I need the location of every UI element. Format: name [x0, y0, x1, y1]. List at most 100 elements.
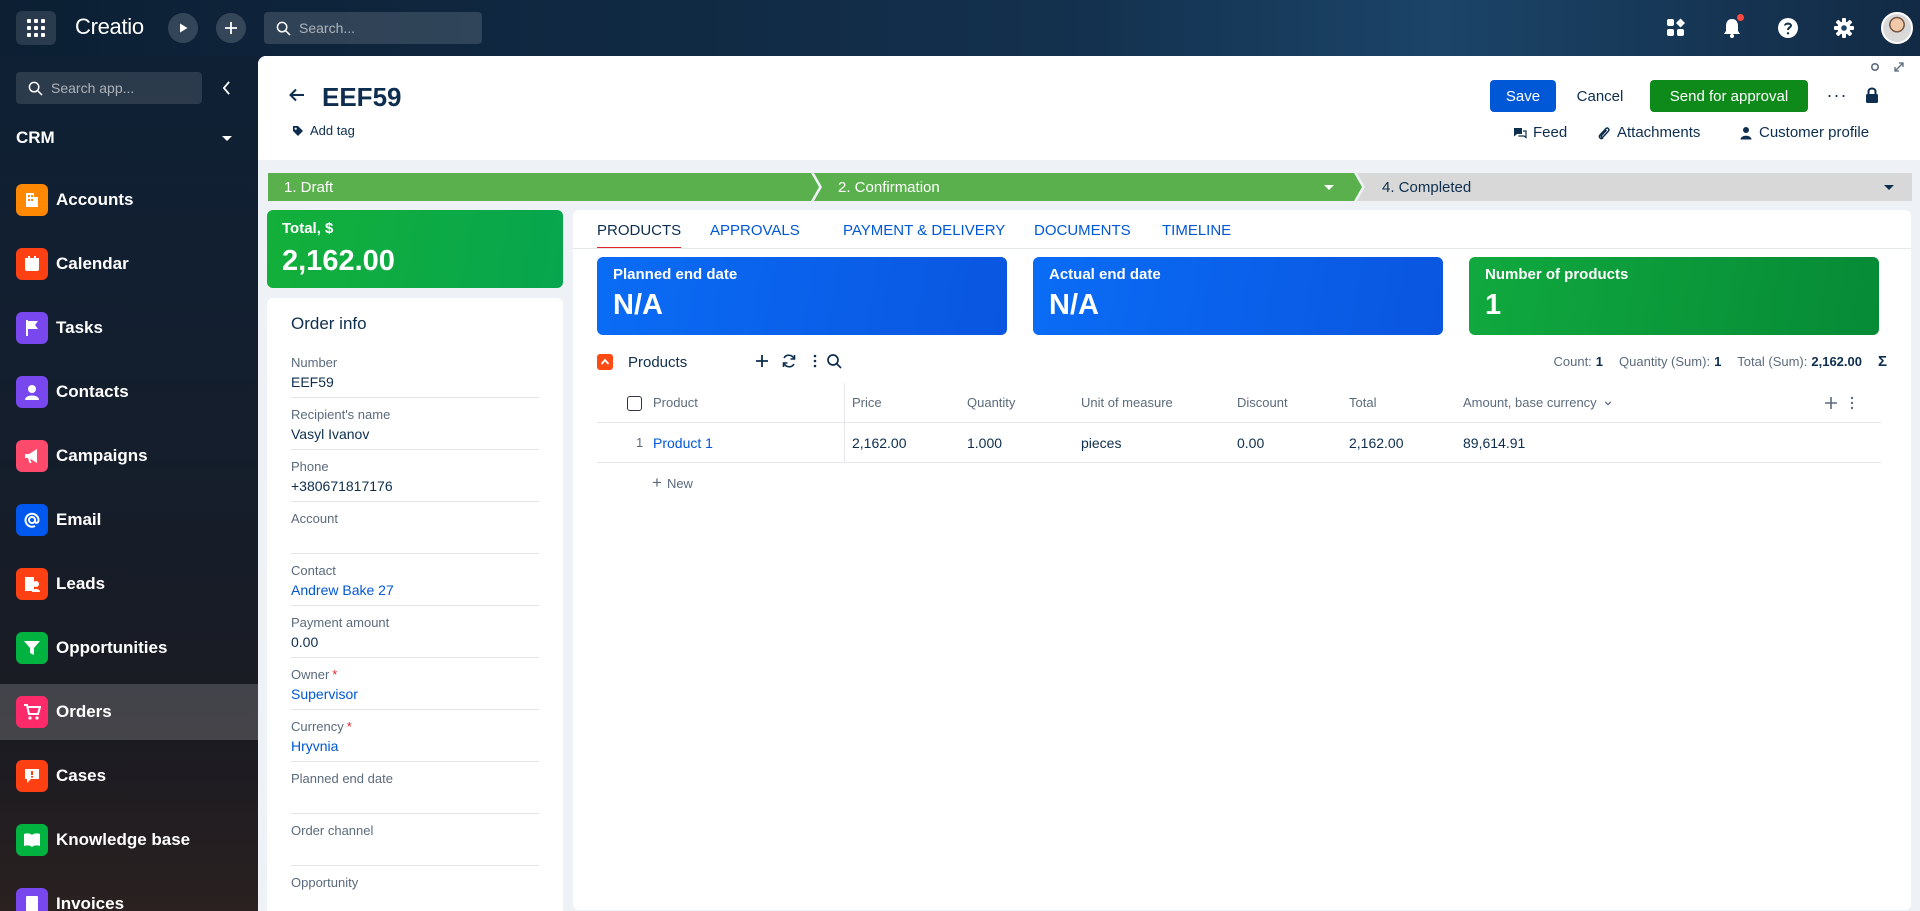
chevron-down-icon — [1605, 401, 1612, 406]
more-actions-button[interactable]: ··· — [1826, 84, 1848, 106]
collapse-detail-button[interactable] — [597, 354, 613, 370]
global-search-input[interactable]: Search... — [264, 12, 482, 44]
field-currency[interactable]: Currency * Hryvnia — [291, 710, 539, 762]
settings-button[interactable] — [1830, 14, 1858, 42]
field-payment-amount[interactable]: Payment amount 0.00 — [291, 606, 539, 658]
stage-draft[interactable]: 1. Draft — [268, 173, 808, 201]
field-planned-end-date[interactable]: Planned end date — [291, 762, 539, 814]
sidebar-item-label: Contacts — [56, 382, 129, 401]
sidebar-item-opportunities[interactable]: Opportunities — [0, 620, 258, 676]
sidebar-item-tasks[interactable]: Tasks — [0, 300, 258, 356]
grid-icon — [27, 19, 45, 37]
col-product[interactable]: Product — [653, 395, 698, 410]
field-label: Order channel — [291, 823, 539, 838]
field-value[interactable]: Andrew Bake 27 — [291, 582, 539, 599]
field-contact[interactable]: Contact Andrew Bake 27 — [291, 554, 539, 606]
sidebar-item-knowledge-base[interactable]: Knowledge base — [0, 812, 258, 868]
feed-link[interactable]: Feed — [1513, 124, 1567, 141]
field-value — [291, 530, 539, 547]
field-recipient-s-name[interactable]: Recipient's name Vasyl Ivanov — [291, 398, 539, 450]
sidebar-item-orders[interactable]: Orders — [0, 684, 258, 740]
col-amount-base-currency[interactable]: Amount, base currency — [1463, 395, 1612, 410]
table-row[interactable]: 1 Product 1 2,162.00 1.000 pieces 0.00 2… — [597, 423, 1881, 463]
app-search-input[interactable]: Search app... — [16, 72, 202, 104]
workspace-selector[interactable]: CRM — [16, 126, 236, 150]
column-divider[interactable] — [844, 383, 845, 423]
order-page: EEF59 Add tag Save Cancel Send for appro… — [258, 56, 1920, 911]
page-settings-icon[interactable] — [1870, 62, 1880, 72]
tab-timeline[interactable]: TIMELINE — [1162, 222, 1231, 247]
field-owner[interactable]: Owner * Supervisor — [291, 658, 539, 710]
notification-badge — [1737, 14, 1744, 21]
lock-icon[interactable] — [1864, 86, 1880, 104]
send-for-approval-button[interactable]: Send for approval — [1650, 80, 1808, 112]
col-discount[interactable]: Discount — [1237, 395, 1288, 410]
add-column-icon[interactable] — [1824, 396, 1838, 410]
field-label: Contact — [291, 563, 539, 578]
count-label: Count: — [1553, 354, 1592, 369]
detail-menu-button[interactable] — [806, 352, 824, 370]
add-product-button[interactable] — [753, 352, 771, 370]
field-value[interactable]: Supervisor — [291, 686, 539, 703]
stage-confirmation[interactable]: 2. Confirmation — [822, 173, 1352, 201]
product-link[interactable]: Product 1 — [653, 435, 713, 451]
top-bar: Creatio Search... — [0, 0, 1920, 56]
app-launcher-button[interactable] — [16, 11, 56, 45]
col-quantity[interactable]: Quantity — [967, 395, 1015, 410]
amount-base-cell: 89,614.91 — [1463, 435, 1526, 451]
field-phone[interactable]: Phone +380671817176 — [291, 450, 539, 502]
stage-completed[interactable]: 4. Completed — [1366, 173, 1912, 201]
new-row-label: New — [666, 475, 693, 491]
create-button[interactable] — [216, 13, 246, 43]
sidebar-item-email[interactable]: Email — [0, 492, 258, 548]
attachments-link[interactable]: Attachments — [1597, 124, 1700, 141]
tab-payment-delivery[interactable]: PAYMENT & DELIVERY — [843, 222, 1005, 247]
sidebar-item-campaigns[interactable]: Campaigns — [0, 428, 258, 484]
metric-number-of-products: Number of products 1 — [1469, 257, 1879, 335]
detail-search-button[interactable] — [825, 352, 843, 370]
sidebar-item-label: Orders — [56, 702, 112, 721]
tab-approvals[interactable]: APPROVALS — [710, 222, 800, 247]
expand-icon[interactable] — [1894, 62, 1904, 72]
run-process-button[interactable] — [168, 13, 198, 43]
sidebar-item-contacts[interactable]: Contacts — [0, 364, 258, 420]
field-value[interactable]: Hryvnia — [291, 738, 539, 755]
sidebar-item-accounts[interactable]: Accounts — [0, 172, 258, 228]
grid-menu-icon[interactable] — [1847, 396, 1857, 410]
person-icon — [1740, 126, 1752, 139]
sidebar-item-leads[interactable]: Leads — [0, 556, 258, 612]
notifications-button[interactable] — [1718, 14, 1746, 42]
column-divider — [844, 423, 845, 463]
tabs-divider — [573, 248, 1911, 249]
sigma-icon[interactable]: Σ — [1878, 353, 1887, 370]
field-label-text: Owner — [291, 667, 330, 682]
user-avatar[interactable] — [1881, 12, 1913, 44]
stage-completed-label: 4. Completed — [1382, 178, 1472, 196]
new-row-button[interactable]: + New — [652, 473, 693, 493]
field-number[interactable]: Number EEF59 — [291, 346, 539, 398]
tab-products[interactable]: PRODUCTS — [597, 222, 682, 249]
save-button[interactable]: Save — [1490, 80, 1556, 112]
refresh-button[interactable] — [780, 352, 798, 370]
col-price[interactable]: Price — [852, 395, 882, 410]
sidebar-item-calendar[interactable]: Calendar — [0, 236, 258, 292]
select-all-checkbox[interactable] — [627, 396, 642, 411]
field-opportunity[interactable]: Opportunity — [291, 866, 539, 911]
tab-documents[interactable]: DOCUMENTS — [1034, 222, 1131, 247]
metric-value: N/A — [613, 289, 663, 321]
help-button[interactable] — [1774, 14, 1802, 42]
add-tag-button[interactable]: Add tag — [292, 123, 355, 138]
col-unit-of-measure[interactable]: Unit of measure — [1081, 395, 1173, 410]
customer-profile-link[interactable]: Customer profile — [1739, 124, 1869, 141]
field-account[interactable]: Account — [291, 502, 539, 554]
col-total[interactable]: Total — [1349, 395, 1376, 410]
back-arrow-icon[interactable] — [288, 86, 306, 104]
collapse-sidebar-button[interactable] — [216, 76, 236, 100]
cancel-button[interactable]: Cancel — [1568, 80, 1632, 112]
sidebar-item-invoices[interactable]: Invoices — [0, 876, 258, 911]
field-order-channel[interactable]: Order channel — [291, 814, 539, 866]
app-hub-button[interactable] — [1662, 14, 1690, 42]
creatio-logo[interactable]: Creatio — [75, 14, 144, 40]
vertical-dots-icon — [813, 354, 817, 368]
sidebar-item-cases[interactable]: Cases — [0, 748, 258, 804]
